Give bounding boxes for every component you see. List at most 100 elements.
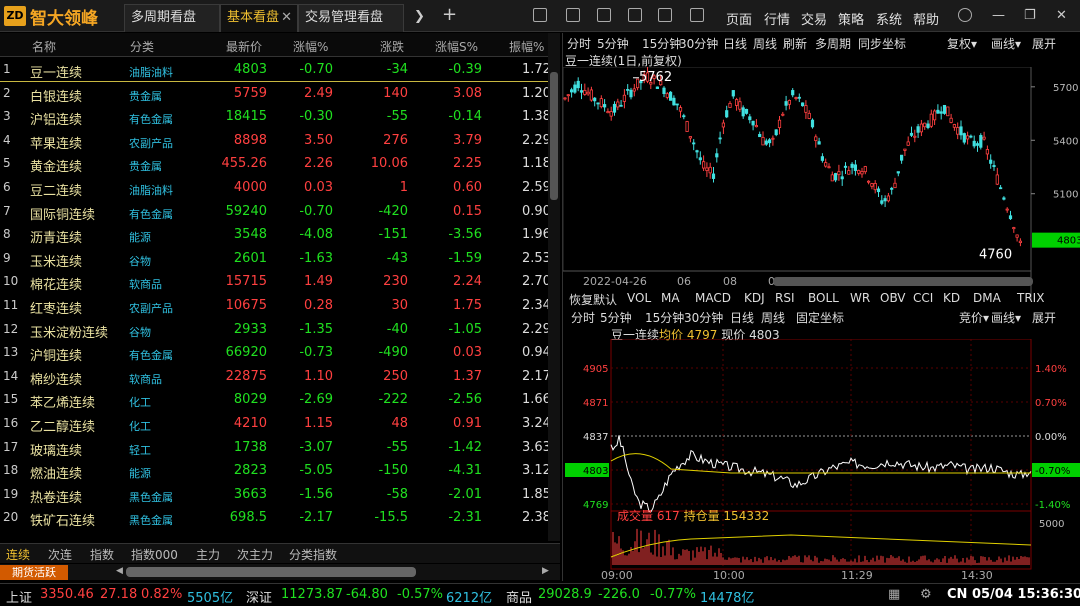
close-icon[interactable]: ✕ xyxy=(281,5,292,31)
table-row[interactable]: 19 热卷连续 黑色金属 3663 -1.56 -58 -2.01 1.85 xyxy=(0,483,551,507)
col-change[interactable]: 涨跌 xyxy=(380,38,404,55)
col-pct[interactable]: 涨幅% xyxy=(293,38,328,55)
kline-scroll-thumb[interactable] xyxy=(773,277,1033,286)
period-button[interactable]: 30分钟 xyxy=(679,35,718,52)
category-tab[interactable]: 次主力 xyxy=(237,546,273,563)
indicator-button[interactable]: RSI xyxy=(775,291,795,305)
period-button[interactable]: 分时 xyxy=(571,309,595,326)
chart-option-button[interactable]: 画线▾ xyxy=(991,35,1021,52)
settings-icon[interactable]: ⚙ xyxy=(920,587,932,602)
period-button[interactable]: 15分钟 xyxy=(645,309,684,326)
period-button[interactable]: 日线 xyxy=(730,309,754,326)
period-button[interactable]: 周线 xyxy=(753,35,777,52)
chart-option-button[interactable]: 展开 xyxy=(1032,309,1056,326)
col-category[interactable]: 分类 xyxy=(130,38,154,55)
col-amplitude[interactable]: 振幅% xyxy=(509,38,544,55)
table-row[interactable]: 13 沪铜连续 有色金属 66920 -0.73 -490 0.03 0.94 xyxy=(0,341,551,365)
restore-button[interactable]: ❐ xyxy=(1024,8,1036,23)
toolbar-icon-6[interactable] xyxy=(690,8,704,22)
category-tab[interactable]: 主力 xyxy=(196,546,220,563)
table-row[interactable]: 2 白银连续 贵金属 5759 2.49 140 3.08 1.20 xyxy=(0,82,551,106)
network-icon[interactable]: ▦ xyxy=(888,587,900,602)
toolbar-icon-1[interactable] xyxy=(533,8,547,22)
period-button[interactable]: 15分钟 xyxy=(642,35,681,52)
chart-option-button[interactable]: 画线▾ xyxy=(991,309,1021,326)
table-row[interactable]: 3 沪铝连续 有色金属 18415 -0.30 -55 -0.14 1.38 xyxy=(0,105,551,129)
indicator-button[interactable]: TRIX xyxy=(1017,291,1044,305)
period-button[interactable]: 同步坐标 xyxy=(858,35,906,52)
col-name[interactable]: 名称 xyxy=(32,38,56,55)
indicator-button[interactable]: MACD xyxy=(695,291,731,305)
indicator-button[interactable]: DMA xyxy=(973,291,1001,305)
tab-scroll-right-icon[interactable]: ❯ xyxy=(414,9,425,24)
indicator-button[interactable]: WR xyxy=(850,291,870,305)
menu-quote[interactable]: 行情 xyxy=(764,9,790,28)
table-row[interactable]: 14 棉纱连续 软商品 22875 1.10 250 1.37 2.17 xyxy=(0,365,551,389)
col-price[interactable]: 最新价 xyxy=(226,38,262,55)
table-row[interactable]: 7 国际铜连续 有色金属 59240 -0.70 -420 0.15 0.90 xyxy=(0,200,551,224)
indicator-button[interactable]: MA xyxy=(661,291,680,305)
table-row[interactable]: 15 苯乙烯连续 化工 8029 -2.69 -222 -2.56 1.66 xyxy=(0,388,551,412)
category-tab[interactable]: 分类指数 xyxy=(289,546,337,563)
table-row[interactable]: 8 沥青连续 能源 3548 -4.08 -151 -3.56 1.96 xyxy=(0,223,551,247)
menu-strategy[interactable]: 策略 xyxy=(838,9,864,28)
tab-basic[interactable]: 基本看盘 ✕ xyxy=(220,4,298,32)
period-button[interactable]: 固定坐标 xyxy=(796,309,844,326)
menu-trade[interactable]: 交易 xyxy=(801,9,827,28)
period-button[interactable]: 30分钟 xyxy=(684,309,723,326)
category-tab[interactable]: 指数 xyxy=(90,546,114,563)
scroll-left-icon[interactable]: ◀ xyxy=(116,566,123,576)
add-tab-icon[interactable]: + xyxy=(442,4,457,25)
menu-page[interactable]: 页面 xyxy=(726,9,752,28)
indicator-button[interactable]: VOL xyxy=(627,291,651,305)
table-row[interactable]: 10 棉花连续 软商品 15715 1.49 230 2.24 2.70 xyxy=(0,270,551,294)
table-row[interactable]: 11 红枣连续 农副产品 10675 0.28 30 1.75 2.34 xyxy=(0,294,551,318)
toolbar-icon-4[interactable] xyxy=(628,8,642,22)
period-button[interactable]: 5分钟 xyxy=(597,35,629,52)
minimize-button[interactable]: — xyxy=(992,8,1005,23)
chart-option-button[interactable]: 竞价▾ xyxy=(959,309,989,326)
table-row[interactable]: 1 豆一连续 油脂油料 4803 -0.70 -34 -0.39 1.72 xyxy=(0,58,551,82)
table-row[interactable]: 12 玉米淀粉连续 谷物 2933 -1.35 -40 -1.05 2.29 xyxy=(0,318,551,342)
category-tab[interactable]: 次连 xyxy=(48,546,72,563)
period-button[interactable]: 刷新 xyxy=(783,35,807,52)
table-row[interactable]: 6 豆二连续 油脂油料 4000 0.03 1 0.60 2.59 xyxy=(0,176,551,200)
chart-option-button[interactable]: 复权▾ xyxy=(947,35,977,52)
tab-multi-period[interactable]: 多周期看盘 xyxy=(124,4,220,32)
toolbar-icon-3[interactable] xyxy=(597,8,611,22)
account-icon[interactable] xyxy=(958,8,972,22)
category-tab[interactable]: 连续 xyxy=(6,546,30,563)
kline-chart[interactable]: 5762476057005400510048032022-04-26060809… xyxy=(563,67,1080,319)
indicator-button[interactable]: CCI xyxy=(913,291,933,305)
table-row[interactable]: 20 铁矿石连续 黑色金属 698.5 -2.17 -15.5 -2.31 2.38 xyxy=(0,506,551,530)
period-button[interactable]: 周线 xyxy=(761,309,785,326)
tab-trade-mgmt[interactable]: 交易管理看盘 xyxy=(298,4,404,32)
table-row[interactable]: 9 玉米连续 谷物 2601 -1.63 -43 -1.59 2.53 xyxy=(0,247,551,271)
table-row[interactable]: 18 燃油连续 能源 2823 -5.05 -150 -4.31 3.12 xyxy=(0,459,551,483)
table-row[interactable]: 16 乙二醇连续 化工 4210 1.15 48 0.91 3.24 xyxy=(0,412,551,436)
table-row[interactable]: 5 黄金连续 贵金属 455.26 2.26 10.06 2.25 1.18 xyxy=(0,152,551,176)
col-pct-s[interactable]: 涨幅S% xyxy=(435,38,478,55)
indicator-button[interactable]: OBV xyxy=(880,291,906,305)
table-row[interactable]: 17 玻璃连续 轻工 1738 -3.07 -55 -1.42 3.63 xyxy=(0,436,551,460)
active-futures-badge[interactable]: 期货活跃 xyxy=(0,565,68,580)
vertical-scroll-thumb[interactable] xyxy=(550,72,558,200)
category-tab[interactable]: 指数000 xyxy=(131,546,178,563)
intraday-chart[interactable]: 4905 4871 4837 4803 4769 1.40% 0.70% 0.00% -0.70… xyxy=(563,339,1080,581)
period-button[interactable]: 日线 xyxy=(723,35,747,52)
indicator-button[interactable]: BOLL xyxy=(808,291,839,305)
close-window-button[interactable]: ✕ xyxy=(1056,8,1067,23)
period-button[interactable]: 多周期 xyxy=(815,35,851,52)
table-row[interactable]: 4 苹果连续 农副产品 8898 3.50 276 3.79 2.29 xyxy=(0,129,551,153)
indicator-button[interactable]: KDJ xyxy=(744,291,765,305)
indicator-button[interactable]: KD xyxy=(943,291,960,305)
period-button[interactable]: 分时 xyxy=(567,35,591,52)
horizontal-scroll-thumb[interactable] xyxy=(126,567,416,577)
toolbar-icon-2[interactable] xyxy=(566,8,580,22)
scroll-right-icon[interactable]: ▶ xyxy=(542,566,549,576)
indicator-button[interactable]: 恢复默认 xyxy=(569,291,617,308)
chart-option-button[interactable]: 展开 xyxy=(1032,35,1056,52)
menu-system[interactable]: 系统 xyxy=(876,9,902,28)
period-button[interactable]: 5分钟 xyxy=(600,309,632,326)
toolbar-icon-5[interactable] xyxy=(658,8,672,22)
